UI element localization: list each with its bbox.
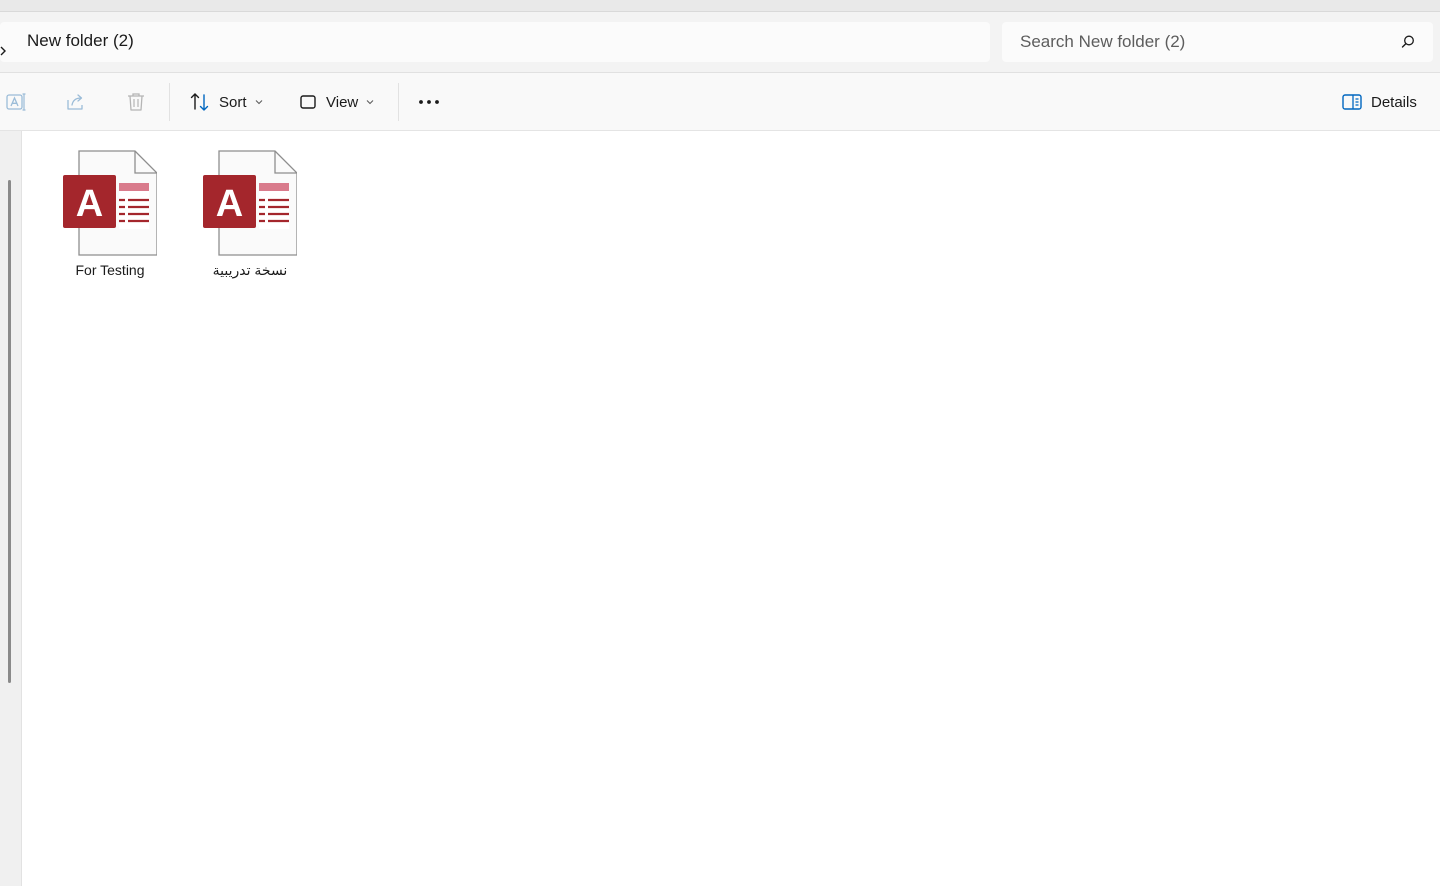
search-icon[interactable] (1400, 34, 1416, 50)
details-pane-icon (1342, 94, 1362, 110)
navigation-pane (0, 131, 22, 886)
share-button[interactable] (65, 86, 87, 118)
chevron-down-icon (255, 100, 262, 105)
breadcrumb-current-folder[interactable]: New folder (2) (27, 31, 134, 51)
chevron-down-icon (366, 100, 374, 105)
address-bar[interactable]: New folder (2) (0, 22, 990, 62)
search-field[interactable]: Search New folder (2) (1002, 22, 1433, 62)
rename-icon (6, 93, 26, 111)
toolbar-separator (398, 83, 399, 121)
command-bar: Sort View Details (0, 73, 1440, 131)
access-database-icon: A (203, 150, 297, 256)
share-icon (67, 94, 83, 110)
see-more-button[interactable] (416, 86, 442, 118)
delete-button[interactable] (125, 86, 147, 118)
view-icon (300, 95, 316, 109)
file-name: For Testing (75, 262, 145, 278)
sort-icon (190, 93, 209, 111)
search-placeholder[interactable]: Search New folder (2) (1020, 32, 1185, 52)
svg-text:A: A (216, 183, 243, 225)
window-top-strip (0, 0, 1440, 12)
toolbar-separator (169, 83, 170, 121)
sort-label: Sort (219, 93, 247, 111)
svg-text:A: A (76, 183, 103, 225)
rename-button[interactable] (5, 86, 27, 118)
more-icon (419, 100, 439, 104)
file-item[interactable]: A نسخة تدريبية (190, 147, 310, 287)
chevron-right-icon[interactable] (0, 45, 8, 57)
delete-icon (128, 93, 144, 111)
sort-button[interactable]: Sort (189, 86, 263, 118)
file-item[interactable]: A For Testing (50, 147, 170, 287)
file-name: نسخة تدريبية (212, 262, 288, 278)
navigation-pane-scrollbar[interactable] (8, 180, 11, 683)
details-label: Details (1371, 93, 1417, 111)
details-pane-button[interactable]: Details (1341, 86, 1417, 118)
address-row: New folder (2) Search New folder (2) (0, 12, 1440, 73)
file-list: A For Testing A نسخة تدريبية (22, 131, 1440, 886)
access-database-icon: A (63, 150, 157, 256)
view-label: View (326, 93, 359, 111)
view-button[interactable]: View (298, 86, 374, 118)
